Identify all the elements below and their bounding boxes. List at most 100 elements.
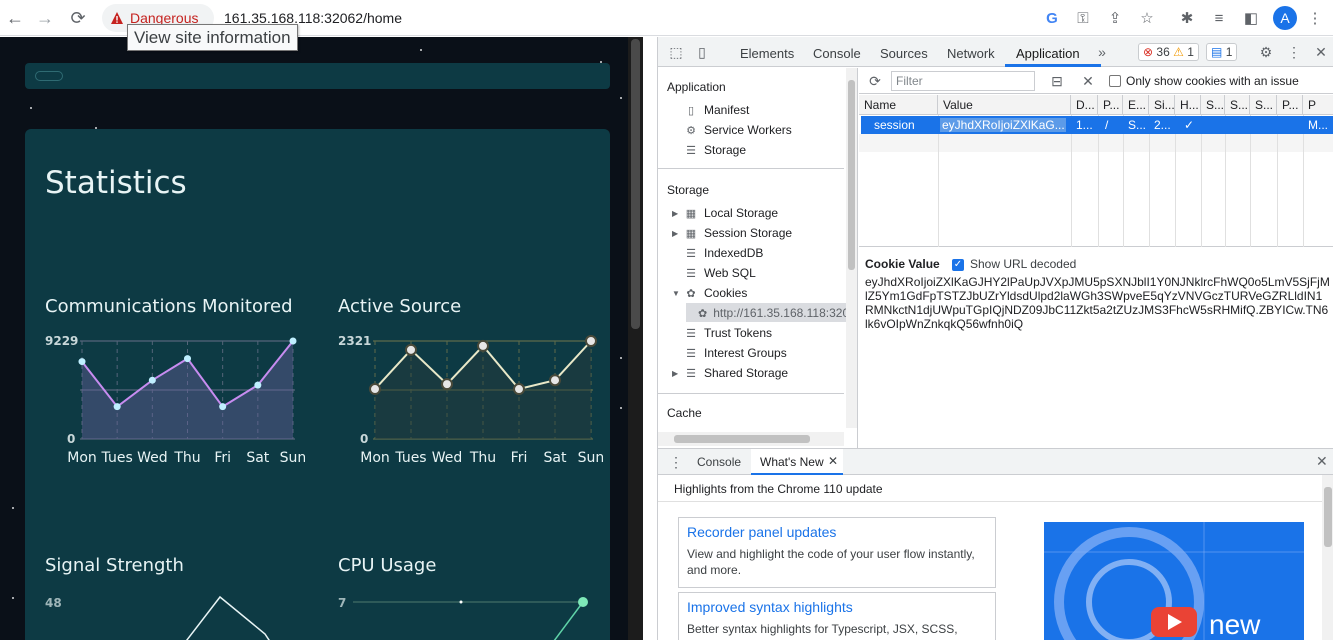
- drawer-scrollbar[interactable]: [1322, 475, 1333, 640]
- whats-new-promo-image[interactable]: new: [1044, 522, 1304, 640]
- sidebar-horizontal-scrollbar[interactable]: [658, 432, 844, 446]
- sidebar-item-label: Trust Tokens: [704, 326, 773, 340]
- column-header[interactable]: S...: [1225, 95, 1250, 115]
- sidebar-item-service-workers[interactable]: ⚙ Service Workers: [684, 123, 792, 137]
- sidebar-item-cookie-origin[interactable]: ✿ http://161.35.168.118:32062: [698, 306, 846, 320]
- expand-arrow-icon[interactable]: ▶: [672, 229, 678, 238]
- data-point: [405, 343, 417, 356]
- device-toolbar-icon[interactable]: ▯: [694, 44, 710, 60]
- inspect-element-icon[interactable]: ⬚: [668, 44, 684, 60]
- star: [30, 107, 32, 109]
- avatar[interactable]: A: [1273, 6, 1297, 30]
- news-card-title[interactable]: Improved syntax highlights: [687, 599, 987, 615]
- cookie-size-cell[interactable]: 2...: [1149, 116, 1175, 134]
- column-header[interactable]: Value: [938, 95, 1071, 115]
- column-header[interactable]: P...: [1277, 95, 1303, 115]
- tab-application[interactable]: Application: [1016, 46, 1080, 61]
- cookie-value-cell[interactable]: eyJhdXRoIjoiZXlKaG...: [940, 118, 1066, 132]
- side-panel-icon[interactable]: ◧: [1241, 8, 1261, 28]
- cookie-priority-cell[interactable]: M...: [1303, 116, 1333, 134]
- column-header[interactable]: E...: [1123, 95, 1149, 115]
- close-drawer-icon[interactable]: ✕: [1316, 453, 1328, 470]
- sidebar-item-storage[interactable]: ☰ Storage: [684, 143, 746, 157]
- scrollbar-thumb[interactable]: [848, 80, 855, 270]
- share-icon[interactable]: ⇪: [1105, 8, 1125, 28]
- only-issues-checkbox[interactable]: [1109, 75, 1121, 87]
- expand-arrow-icon[interactable]: ▶: [672, 369, 678, 378]
- more-menu-icon[interactable]: ⋮: [1305, 8, 1325, 28]
- sidebar-item-session-storage[interactable]: ▦ Session Storage: [684, 226, 792, 240]
- clear-filtered-icon[interactable]: ⊟: [1049, 73, 1065, 89]
- data-point: [369, 383, 381, 396]
- file-icon: ▯: [687, 104, 695, 117]
- nav-pill[interactable]: [35, 71, 63, 81]
- sidebar-item-manifest[interactable]: ▯ Manifest: [684, 103, 749, 117]
- expand-arrow-icon[interactable]: ▶: [672, 209, 678, 218]
- cookie-value-heading: Cookie Value: [865, 257, 940, 271]
- sidebar-item-local-storage[interactable]: ▦ Local Storage: [684, 206, 778, 220]
- sidebar-item-indexeddb[interactable]: ☰ IndexedDB: [684, 246, 763, 260]
- news-card[interactable]: Improved syntax highlights Better syntax…: [678, 592, 996, 640]
- news-card-title[interactable]: Recorder panel updates: [687, 524, 987, 540]
- drawer-menu-icon[interactable]: ⋮: [668, 454, 684, 470]
- tab-network[interactable]: Network: [947, 46, 995, 61]
- forward-arrow-icon[interactable]: →: [33, 6, 57, 30]
- bookmark-star-icon[interactable]: ☆: [1137, 8, 1157, 28]
- sidebar-item-shared-storage[interactable]: ☰ Shared Storage: [684, 366, 788, 380]
- sidebar-vertical-scrollbar[interactable]: [846, 68, 857, 428]
- scrollbar-thumb[interactable]: [674, 435, 810, 443]
- cookie-name-cell[interactable]: session: [869, 116, 938, 134]
- column-header[interactable]: P: [1303, 95, 1333, 115]
- extensions-icon[interactable]: ✱: [1177, 8, 1197, 28]
- messages-badge[interactable]: ▤ 1: [1206, 43, 1238, 61]
- column-divider: [1250, 115, 1251, 247]
- sidebar-item-trust-tokens[interactable]: ☰ Trust Tokens: [684, 326, 772, 340]
- sidebar-item-interest-groups[interactable]: ☰ Interest Groups: [684, 346, 787, 360]
- delete-icon[interactable]: ✕: [1080, 73, 1096, 89]
- scrollbar-thumb[interactable]: [1324, 487, 1332, 547]
- collapse-arrow-icon[interactable]: ▼: [672, 289, 680, 298]
- issues-badge[interactable]: ⊗ 36 ⚠ 1: [1138, 43, 1199, 61]
- column-header[interactable]: Si...: [1149, 95, 1175, 115]
- media-control-icon[interactable]: ≡: [1209, 8, 1229, 28]
- column-header[interactable]: D...: [1071, 95, 1098, 115]
- cookie-expires-cell[interactable]: S...: [1123, 116, 1149, 134]
- divider: [658, 393, 844, 394]
- drawer-tab-whats-new[interactable]: What's New: [760, 455, 824, 469]
- database-icon: ☰: [686, 267, 696, 280]
- cookie-path-cell[interactable]: /: [1100, 116, 1123, 134]
- back-arrow-icon[interactable]: ←: [3, 6, 27, 30]
- chart-title: Signal Strength: [45, 555, 184, 576]
- news-card[interactable]: Recorder panel updates View and highligh…: [678, 517, 996, 588]
- cookie-httponly-cell[interactable]: ✓: [1179, 116, 1201, 134]
- column-header[interactable]: Name: [859, 95, 938, 115]
- close-tab-icon[interactable]: ✕: [828, 454, 838, 468]
- more-tabs-icon[interactable]: »: [1094, 44, 1110, 60]
- column-header[interactable]: S...: [1201, 95, 1225, 115]
- show-url-decoded-checkbox[interactable]: ✓: [952, 259, 964, 271]
- page-scrollbar[interactable]: [628, 37, 643, 640]
- refresh-icon[interactable]: ⟳: [867, 73, 883, 89]
- tab-elements[interactable]: Elements: [740, 46, 794, 61]
- star: [12, 597, 14, 599]
- sidebar-item-label: Storage: [704, 143, 747, 157]
- sidebar-item-cookies[interactable]: ✿ Cookies: [684, 286, 747, 300]
- column-header[interactable]: S...: [1250, 95, 1277, 115]
- cookie-value-text[interactable]: eyJhdXRoIjoiZXlKaGJHY2lPaUpJVXpJMU5pSXNJ…: [865, 275, 1330, 331]
- google-lens-icon[interactable]: G: [1042, 8, 1062, 28]
- settings-gear-icon[interactable]: ⚙: [1258, 44, 1274, 60]
- scrollbar-thumb[interactable]: [631, 39, 640, 329]
- filter-input[interactable]: [891, 71, 1035, 91]
- column-header[interactable]: P...: [1098, 95, 1123, 115]
- tab-console[interactable]: Console: [813, 46, 861, 61]
- tab-sources[interactable]: Sources: [880, 46, 928, 61]
- kebab-menu-icon[interactable]: ⋮: [1286, 44, 1302, 60]
- close-devtools-icon[interactable]: ✕: [1313, 44, 1329, 60]
- drawer-tab-console[interactable]: Console: [697, 455, 741, 469]
- key-icon[interactable]: ⚿: [1073, 8, 1093, 28]
- sidebar-item-label: Cookies: [704, 286, 748, 300]
- column-header[interactable]: H...: [1175, 95, 1201, 115]
- cookie-domain-cell[interactable]: 1...: [1071, 116, 1098, 134]
- sidebar-item-web-sql[interactable]: ☰ Web SQL: [684, 266, 756, 280]
- reload-icon[interactable]: ⟳: [66, 6, 90, 30]
